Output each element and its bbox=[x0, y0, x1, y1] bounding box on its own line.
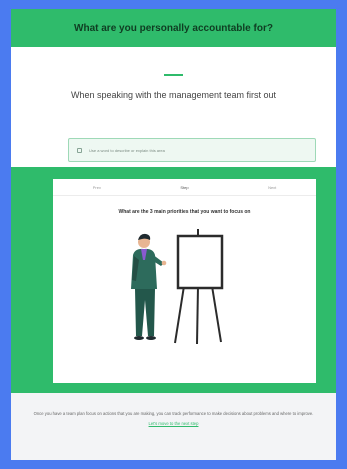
quiz-card: What are you personally accountable for?… bbox=[11, 9, 336, 460]
easel-icon bbox=[174, 229, 224, 345]
answer-input[interactable]: Use a word to describe or explain this a… bbox=[68, 138, 316, 162]
checkbox-icon bbox=[77, 147, 82, 153]
next-step-link[interactable]: Let's move to the next step bbox=[149, 421, 199, 426]
tab-step[interactable]: Step bbox=[141, 179, 229, 195]
intro-section: When speaking with the management team f… bbox=[11, 47, 336, 167]
tab-next[interactable]: Next bbox=[228, 179, 316, 195]
tab-prev[interactable]: Prev bbox=[53, 179, 141, 195]
presenter-illustration bbox=[131, 229, 224, 345]
footer-note: Once you have a team plan focus on actio… bbox=[11, 393, 336, 460]
page-title: What are you personally accountable for? bbox=[74, 22, 273, 34]
page-header: What are you personally accountable for? bbox=[11, 9, 336, 47]
content-band: Prev Step Next What are the 3 main prior… bbox=[11, 167, 336, 393]
priorities-panel: Prev Step Next What are the 3 main prior… bbox=[53, 179, 316, 383]
footer-text: Once you have a team plan focus on actio… bbox=[33, 411, 314, 416]
presenter-figure bbox=[131, 233, 167, 340]
answer-placeholder: Use a word to describe or explain this a… bbox=[89, 147, 165, 153]
accent-divider bbox=[164, 74, 183, 76]
question-prompt: When speaking with the management team f… bbox=[70, 90, 277, 100]
panel-tabs: Prev Step Next bbox=[53, 179, 316, 196]
panel-question: What are the 3 main priorities that you … bbox=[118, 209, 251, 215]
